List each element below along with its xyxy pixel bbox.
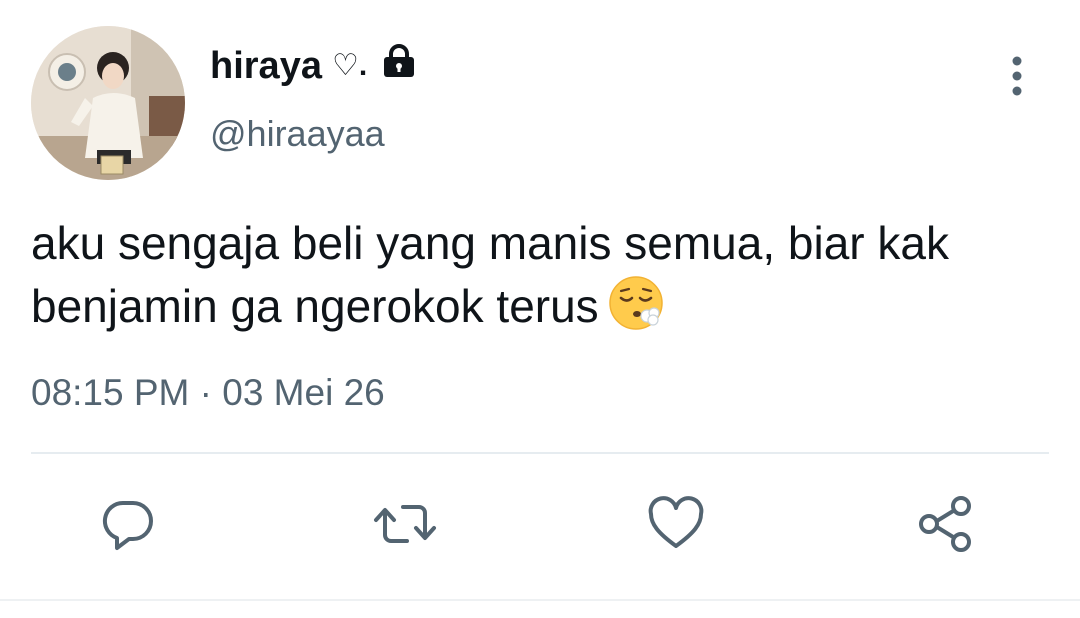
reply-icon — [99, 495, 157, 558]
avatar[interactable] — [31, 26, 185, 180]
like-button[interactable] — [646, 495, 706, 558]
tweet-card: hiraya ♡. @hiraayaa aku sengaja beli yan… — [0, 0, 1080, 618]
display-name[interactable]: hiraya ♡. — [210, 44, 419, 88]
name-heart-glyph: ♡. — [331, 49, 368, 82]
share-button[interactable] — [915, 494, 975, 559]
tweet-text: aku sengaja beli yang manis semua, biar … — [31, 212, 1041, 347]
bottom-divider — [0, 599, 1080, 601]
user-handle[interactable]: @hiraayaa — [210, 113, 385, 155]
like-icon — [646, 495, 706, 558]
retweet-button[interactable] — [373, 495, 437, 558]
face-exhaling-emoji — [607, 274, 665, 347]
reply-button[interactable] — [98, 496, 158, 556]
retweet-icon — [373, 495, 437, 558]
avatar-photo — [31, 26, 185, 180]
share-icon — [915, 494, 975, 559]
lock-icon — [379, 44, 419, 88]
tweet-timestamp[interactable]: 08:15 PM · 03 Mei 26 — [31, 372, 385, 414]
divider — [31, 452, 1049, 454]
more-vertical-icon[interactable] — [1004, 55, 1030, 97]
display-name-text: hiraya — [210, 44, 322, 87]
tweet-text-body: aku sengaja beli yang manis semua, biar … — [31, 217, 949, 332]
